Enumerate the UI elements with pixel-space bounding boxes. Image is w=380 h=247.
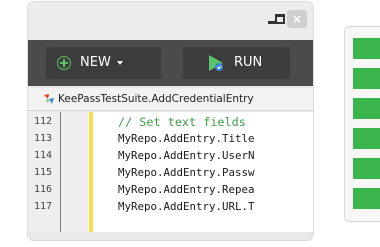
new-button[interactable]: NEW	[46, 47, 161, 79]
gutter-divider	[60, 112, 61, 232]
breadcrumb-text: KeePassTestSuite.AddCredentialEntry	[58, 93, 254, 105]
test-suite-icon	[44, 94, 54, 104]
breadcrumb: KeePassTestSuite.AddCredentialEntry	[28, 88, 313, 111]
status-block	[353, 38, 380, 59]
code-line[interactable]: MyRepo.AddEntry.Passw	[118, 165, 313, 181]
run-icon	[209, 55, 223, 71]
line-number: 114	[34, 150, 53, 161]
run-button-label: RUN	[234, 55, 263, 70]
code-line[interactable]: MyRepo.AddEntry.UserN	[118, 148, 313, 164]
new-button-label: NEW	[80, 55, 111, 70]
status-panel	[344, 26, 380, 222]
title-bar: ×	[28, 2, 313, 38]
code-line[interactable]: // Set text fields	[118, 114, 313, 130]
line-number: 117	[34, 201, 53, 212]
status-block	[353, 158, 380, 179]
chevron-down-icon	[116, 61, 123, 65]
status-block	[353, 98, 380, 119]
change-marker	[89, 112, 93, 232]
code-line[interactable]: MyRepo.AddEntry.Title	[118, 131, 313, 147]
status-block	[353, 68, 380, 89]
line-number: 113	[34, 133, 53, 144]
plus-circle-icon	[57, 56, 71, 70]
status-block	[353, 188, 380, 209]
line-number: 115	[34, 167, 53, 178]
code-line[interactable]: MyRepo.AddEntry.Repea	[118, 182, 313, 198]
stage: × NEW RUN KeePassTestSuite.AddCredential…	[0, 0, 380, 247]
close-icon[interactable]: ×	[287, 10, 307, 28]
toolbar: NEW RUN	[28, 40, 313, 86]
run-button[interactable]: RUN	[183, 47, 290, 79]
status-block	[353, 128, 380, 149]
code-line[interactable]: MyRepo.AddEntry.URL.T	[118, 199, 313, 215]
code-editor[interactable]: 112 // Set text fields 113 MyRepo.AddEnt…	[28, 112, 313, 232]
main-window: × NEW RUN KeePassTestSuite.AddCredential…	[28, 2, 313, 240]
line-number: 116	[34, 184, 53, 195]
line-number: 112	[34, 116, 53, 127]
